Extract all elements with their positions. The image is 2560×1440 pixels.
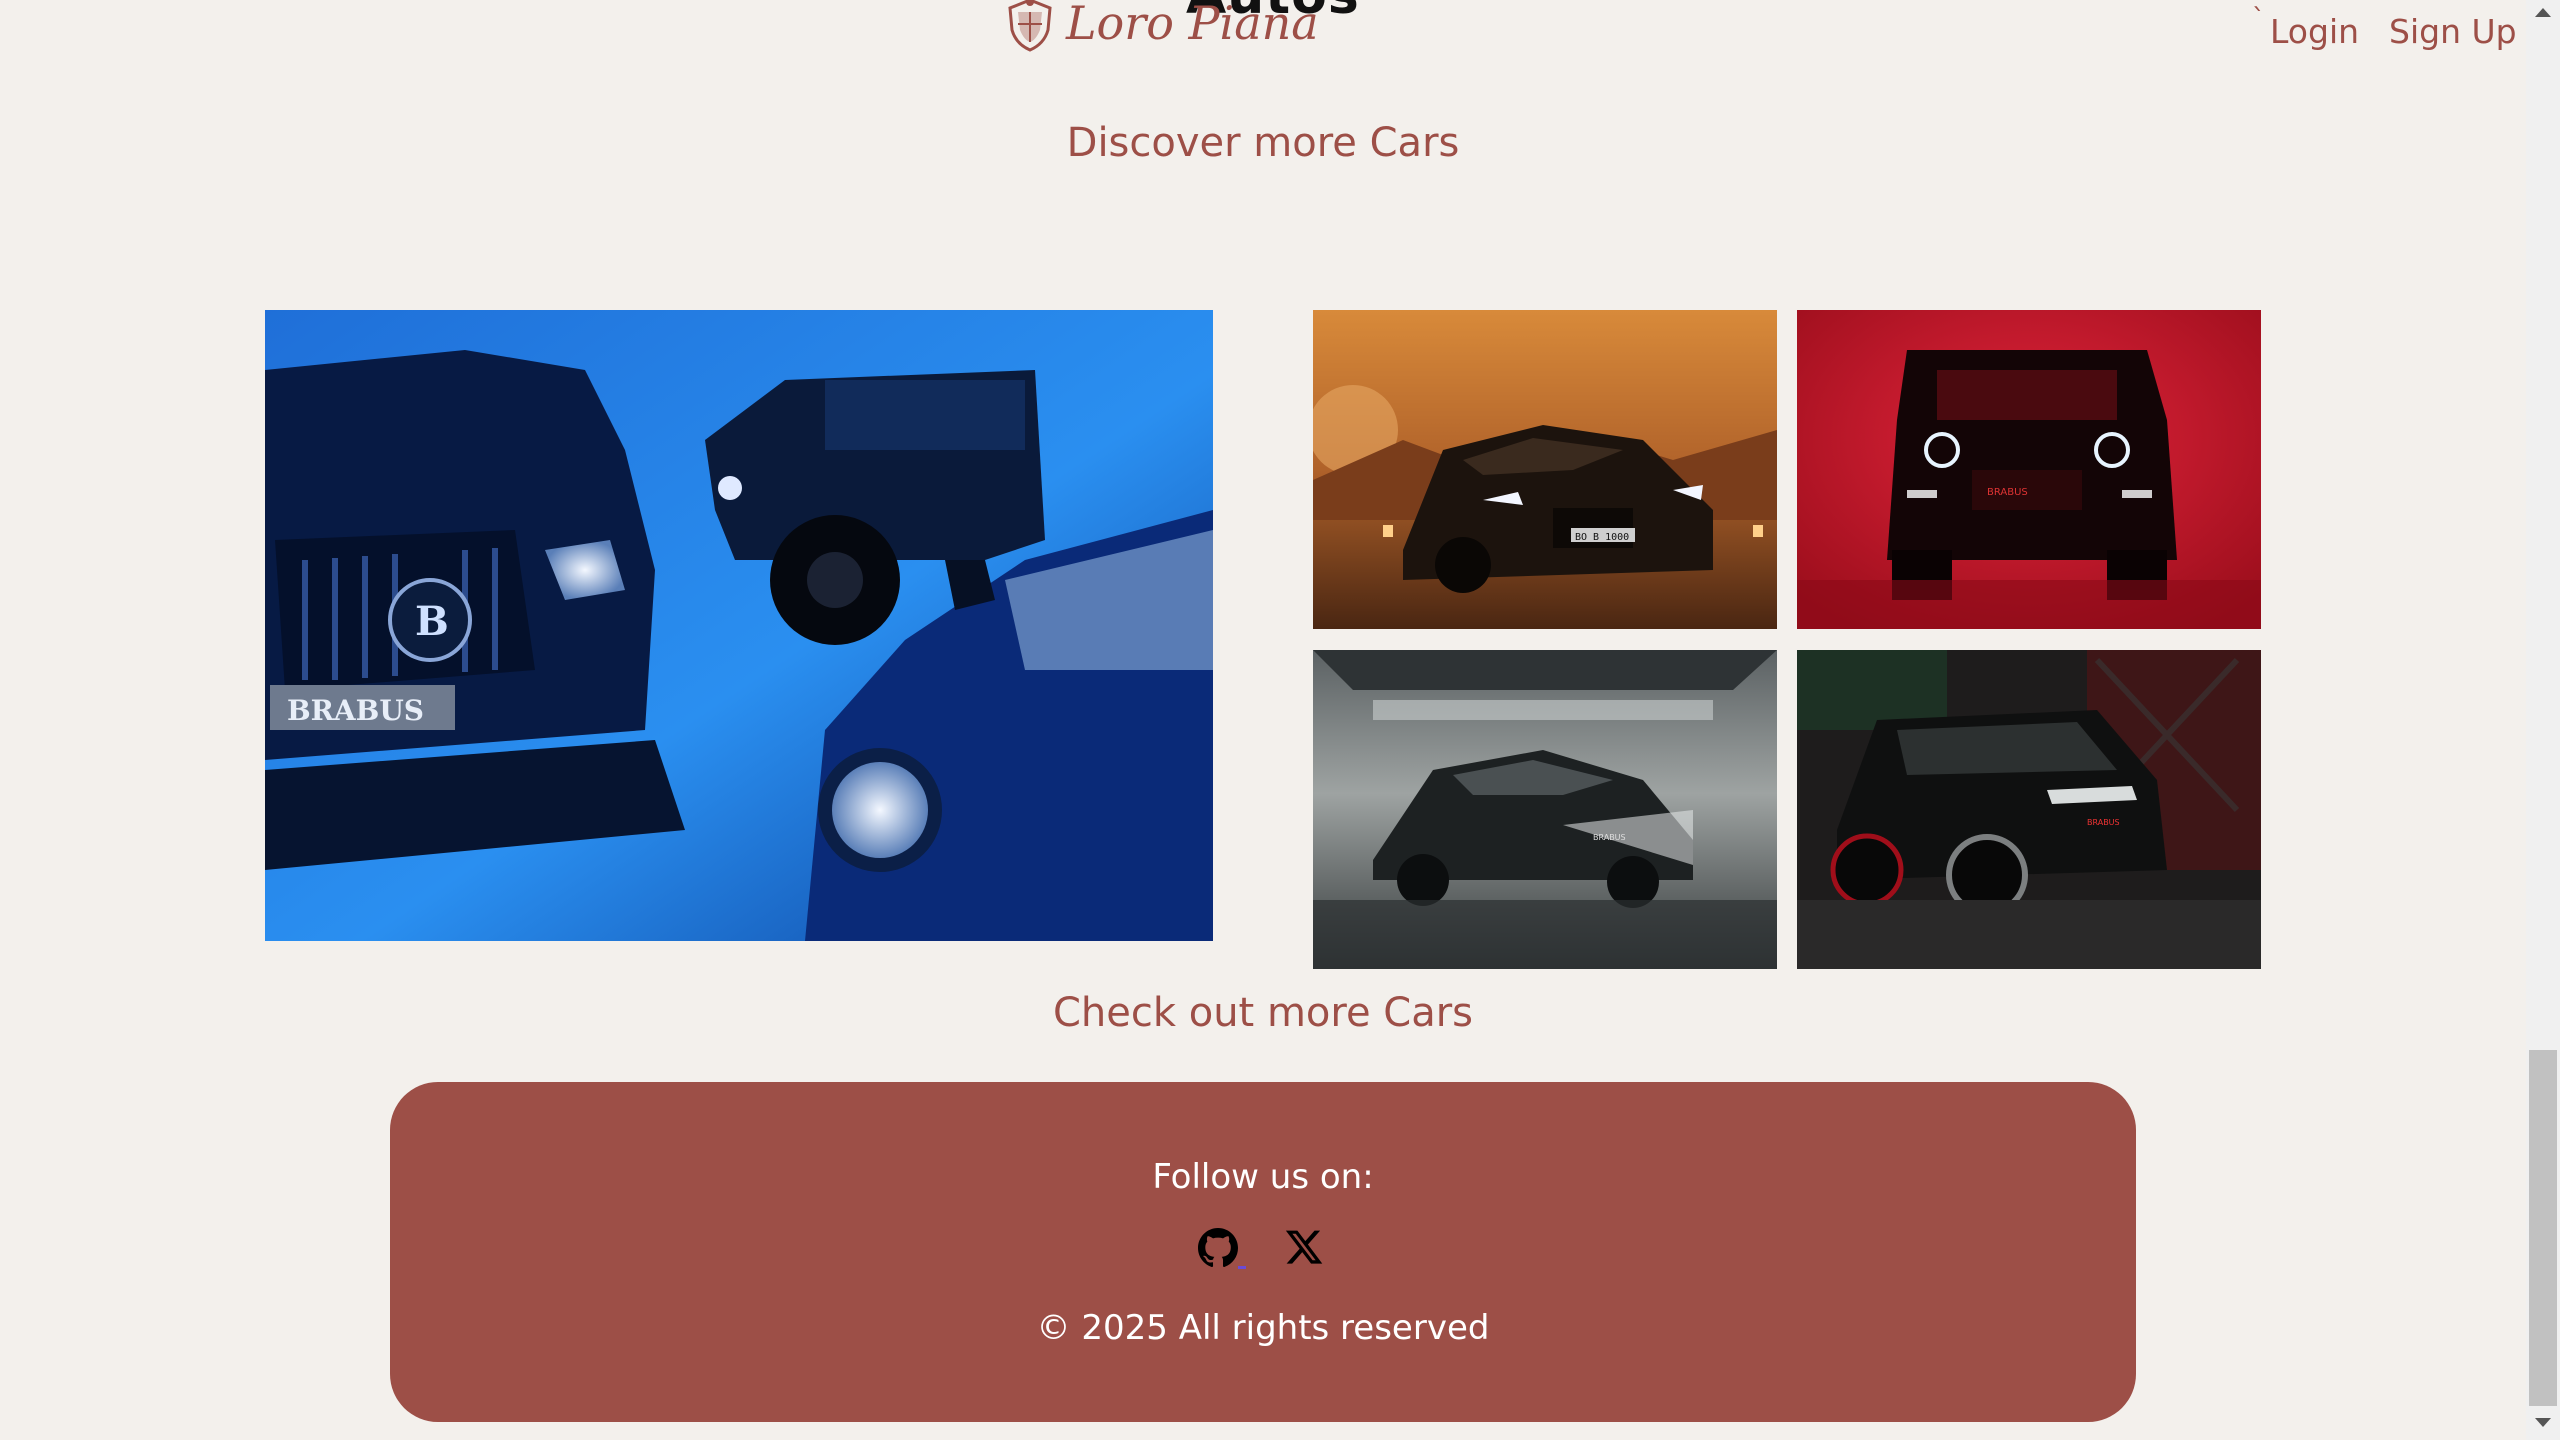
- discover-heading: Discover more Cars: [1066, 120, 1460, 166]
- red-gclass-badge: BRABUS: [1987, 487, 2028, 498]
- follow-us-label: Follow us on:: [1152, 1157, 1374, 1197]
- logo[interactable]: Loro Piana: [1002, 0, 1319, 58]
- logo-text: Loro Piana: [1066, 0, 1319, 50]
- footer: Follow us on: © 2025 All rights reserved: [390, 1082, 2136, 1422]
- grey-coupe-badge: BRABUS: [1593, 833, 1626, 842]
- page: Autos Loro Piana ` Login Sign Up Discove…: [0, 0, 2560, 1440]
- check-out-more-cars-link[interactable]: Check out more Cars: [0, 990, 2526, 1036]
- dark-suv-badge: BRABUS: [2087, 818, 2120, 827]
- crest-icon: [1008, 0, 1052, 52]
- dark-suv-photo: BRABUS: [1797, 650, 2261, 969]
- gallery-thumb-1[interactable]: BO B 1000: [1313, 310, 1777, 629]
- scroll-down-arrow-icon[interactable]: [2535, 1418, 2551, 1427]
- link-underline: [1238, 1266, 1246, 1269]
- grey-coupe-photo: BRABUS: [1313, 650, 1777, 969]
- signup-link[interactable]: Sign Up: [2389, 12, 2517, 51]
- svg-text:B: B: [415, 598, 449, 645]
- desert-sedan-photo: BO B 1000: [1313, 310, 1777, 629]
- copyright-text: © 2025 All rights reserved: [1036, 1308, 1490, 1348]
- desert-plate: BO B 1000: [1575, 532, 1629, 543]
- gallery-main-image[interactable]: B BRABUS: [265, 310, 1213, 941]
- blue-cars-photo: B BRABUS: [265, 310, 1213, 941]
- github-icon[interactable]: [1198, 1228, 1238, 1268]
- scroll-up-arrow-icon[interactable]: [2535, 8, 2551, 17]
- gallery-thumb-4[interactable]: BRABUS: [1797, 650, 2261, 969]
- brabus-plate: BRABUS: [287, 694, 424, 727]
- red-gclass-photo: BRABUS: [1797, 310, 2261, 629]
- social-links: [390, 1222, 2136, 1282]
- scrollbar-thumb[interactable]: [2529, 1050, 2557, 1406]
- gallery-thumb-3[interactable]: BRABUS: [1313, 650, 1777, 969]
- login-link[interactable]: Login: [2270, 12, 2359, 51]
- gallery-thumb-2[interactable]: BRABUS: [1797, 310, 2261, 629]
- tick-mark: `: [2252, 4, 2265, 34]
- x-icon[interactable]: [1282, 1226, 1326, 1270]
